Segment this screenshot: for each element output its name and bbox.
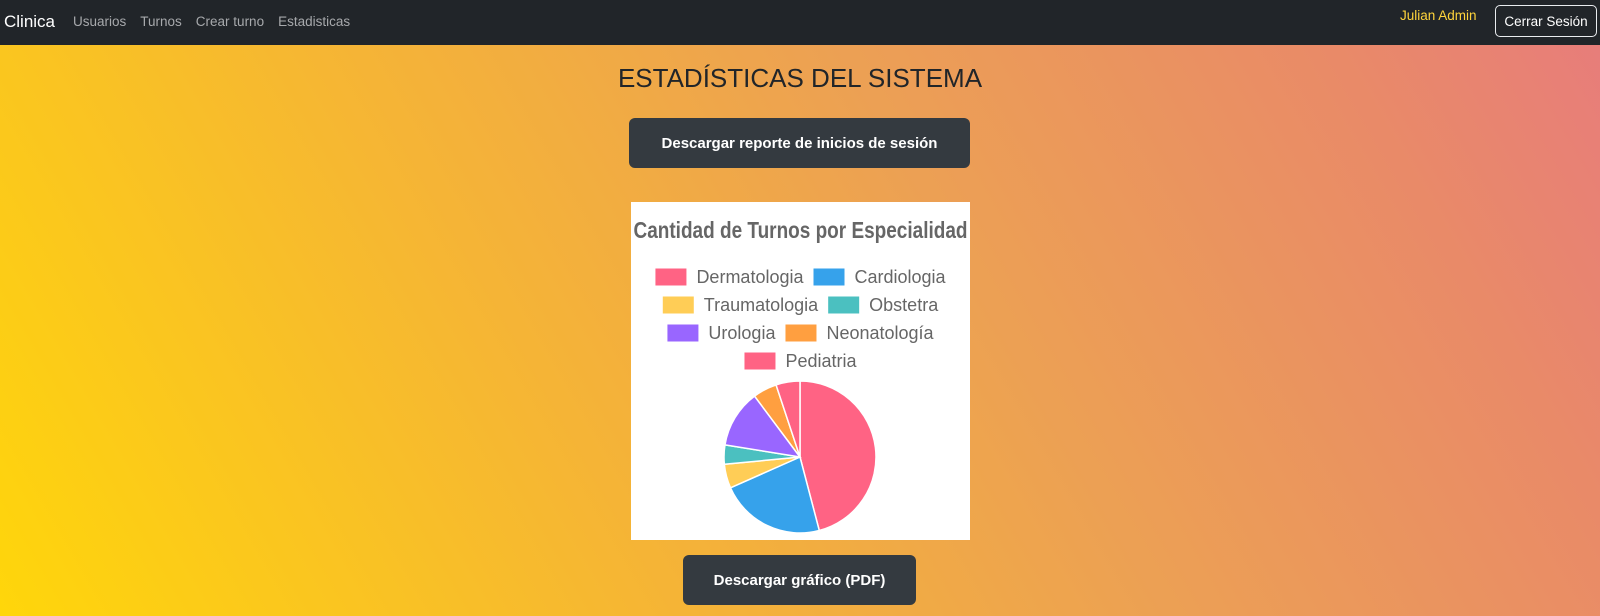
page-title: ESTADÍSTICAS DEL SISTEMA	[617, 63, 983, 93]
legend-swatch	[662, 296, 694, 314]
legend-swatch	[813, 268, 845, 286]
logout-button[interactable]: Cerrar Sesión	[1495, 5, 1597, 37]
legend-item-neonatología[interactable]: Neonatología	[785, 323, 935, 343]
legend-label: Cardiologia	[855, 267, 947, 287]
chart-title: Cantidad de Turnos por Especialidad	[634, 217, 968, 243]
legend-swatch	[785, 324, 817, 342]
nav-link-turnos[interactable]: Turnos	[140, 14, 182, 30]
brand-link[interactable]: Clinica	[4, 12, 55, 32]
pie-chart: Cantidad de Turnos por Especialidad Derm…	[634, 217, 968, 534]
legend-item-pediatria[interactable]: Pediatria	[744, 351, 858, 371]
legend-label: Traumatologia	[704, 295, 819, 315]
download-pdf-button[interactable]: Descargar gráfico (PDF)	[683, 555, 916, 605]
legend-item-dermatologia[interactable]: Dermatologia	[655, 267, 804, 287]
legend-item-obstetra[interactable]: Obstetra	[828, 295, 939, 315]
legend-item-traumatologia[interactable]: Traumatologia	[662, 295, 819, 315]
nav-link-estadisticas[interactable]: Estadisticas	[278, 14, 350, 30]
nav-link-crear-turno[interactable]: Crear turno	[196, 14, 264, 30]
pie-chart-card: Cantidad de Turnos por Especialidad Derm…	[631, 202, 970, 540]
legend-label: Dermatologia	[696, 267, 804, 287]
legend-swatch	[667, 324, 699, 342]
legend-swatch	[744, 352, 776, 370]
legend-label: Neonatología	[826, 323, 934, 343]
legend-swatch	[828, 296, 860, 314]
chart-legend: Dermatologia Cardiologia Traumatologia Obst…	[655, 267, 947, 371]
legend-item-cardiologia[interactable]: Cardiologia	[813, 267, 947, 287]
legend-swatch	[655, 268, 687, 286]
top-navbar: Clinica Usuarios Turnos Crear turno Esta…	[0, 0, 1600, 45]
user-name: Julian Admin	[1400, 8, 1477, 23]
legend-label: Urologia	[708, 323, 776, 343]
legend-item-urologia[interactable]: Urologia	[667, 323, 776, 343]
nav-links: Usuarios Turnos Crear turno Estadisticas	[73, 14, 364, 30]
legend-label: Pediatria	[785, 351, 857, 371]
pie-slices	[723, 380, 877, 534]
legend-label: Obstetra	[869, 295, 939, 315]
download-report-button[interactable]: Descargar reporte de inicios de sesión	[629, 118, 970, 168]
nav-link-usuarios[interactable]: Usuarios	[73, 14, 126, 30]
